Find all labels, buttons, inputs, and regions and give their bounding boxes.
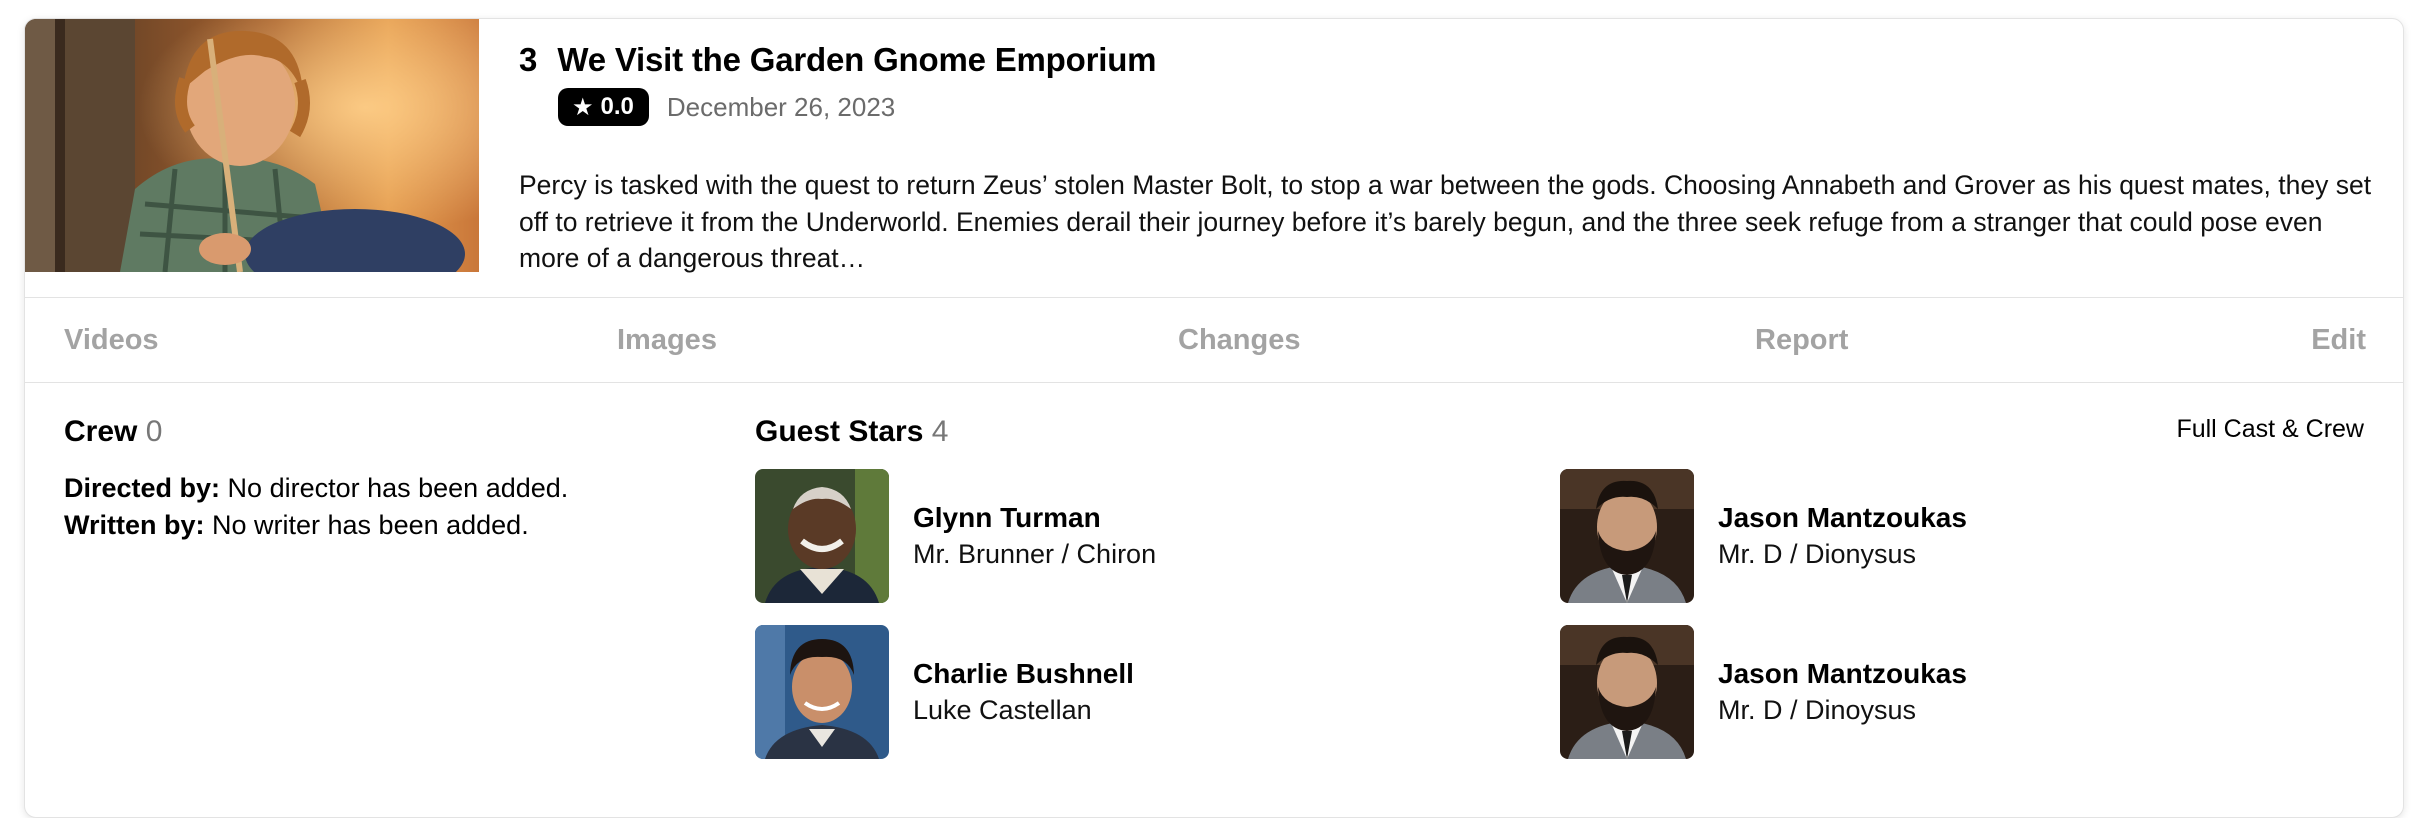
episode-tabs: Videos Images Changes Report Edit	[25, 297, 2403, 383]
guest-star-text: Jason Mantzoukas Mr. D / Dinoysus	[1718, 656, 1967, 728]
guest-star-card[interactable]: Jason Mantzoukas Mr. D / Dinoysus	[1560, 625, 1967, 759]
guest-stars-title: Guest Stars	[755, 415, 924, 448]
guest-star-name[interactable]: Charlie Bushnell	[913, 656, 1134, 692]
tab-images[interactable]: Images	[617, 298, 717, 382]
guest-star-text: Glynn Turman Mr. Brunner / Chiron	[913, 500, 1156, 572]
guest-star-text: Charlie Bushnell Luke Castellan	[913, 656, 1134, 728]
directed-by-line: Directed by: No director has been added.	[64, 470, 568, 507]
crew-title: Crew	[64, 415, 138, 448]
episode-number: 3	[519, 41, 538, 78]
directed-by-label: Directed by:	[64, 473, 221, 503]
tab-changes[interactable]: Changes	[1178, 298, 1300, 382]
star-icon: ★	[572, 93, 594, 121]
air-date: December 26, 2023	[666, 91, 896, 122]
rating-value: 0.0	[600, 93, 634, 120]
avatar[interactable]	[1560, 469, 1694, 603]
guest-star-card[interactable]: Charlie Bushnell Luke Castellan	[755, 625, 1134, 759]
written-by-value: No writer has been added.	[204, 510, 529, 540]
avatar[interactable]	[755, 469, 889, 603]
avatar[interactable]	[1560, 625, 1694, 759]
full-cast-crew-link[interactable]: Full Cast & Crew	[2176, 415, 2364, 444]
guest-star-role: Mr. Brunner / Chiron	[913, 539, 1157, 569]
episode-title-row: 3 We Visit the Garden Gnome Emporium	[519, 41, 1156, 79]
episode-title[interactable]: We Visit the Garden Gnome Emporium	[557, 41, 1156, 79]
tab-report[interactable]: Report	[1755, 298, 1848, 382]
tab-videos[interactable]: Videos	[64, 298, 159, 382]
avatar[interactable]	[755, 625, 889, 759]
rating-badge[interactable]: ★ 0.0	[558, 88, 649, 126]
episode-meta: ★ 0.0 December 26, 2023	[558, 88, 895, 126]
guest-star-role: Mr. D / Dionysus	[1718, 539, 1917, 569]
tab-edit[interactable]: Edit	[2311, 298, 2366, 382]
guest-stars-count: 4	[931, 415, 949, 448]
guest-star-name[interactable]: Glynn Turman	[913, 500, 1156, 536]
crew-details: Directed by: No director has been added.…	[64, 470, 568, 544]
directed-by-value: No director has been added.	[220, 473, 569, 503]
guest-star-card[interactable]: Jason Mantzoukas Mr. D / Dionysus	[1560, 469, 1967, 603]
guest-star-role: Luke Castellan	[913, 695, 1092, 725]
guest-star-name[interactable]: Jason Mantzoukas	[1718, 500, 1967, 536]
guest-star-role: Mr. D / Dinoysus	[1718, 695, 1917, 725]
episode-overview: Percy is tasked with the quest to return…	[519, 170, 2372, 273]
episode-still-image[interactable]	[25, 19, 479, 272]
guest-stars-heading: Guest Stars 4	[755, 415, 948, 449]
episode-header: 3 We Visit the Garden Gnome Emporium ★ 0…	[25, 19, 2403, 297]
crew-heading: Crew 0	[64, 415, 162, 449]
guest-star-text: Jason Mantzoukas Mr. D / Dionysus	[1718, 500, 1967, 572]
guest-star-card[interactable]: Glynn Turman Mr. Brunner / Chiron	[755, 469, 1156, 603]
written-by-label: Written by:	[64, 510, 205, 540]
guest-star-name[interactable]: Jason Mantzoukas	[1718, 656, 1967, 692]
crew-count: 0	[145, 415, 163, 448]
episode-card: 3 We Visit the Garden Gnome Emporium ★ 0…	[24, 18, 2404, 818]
written-by-line: Written by: No writer has been added.	[64, 507, 568, 544]
